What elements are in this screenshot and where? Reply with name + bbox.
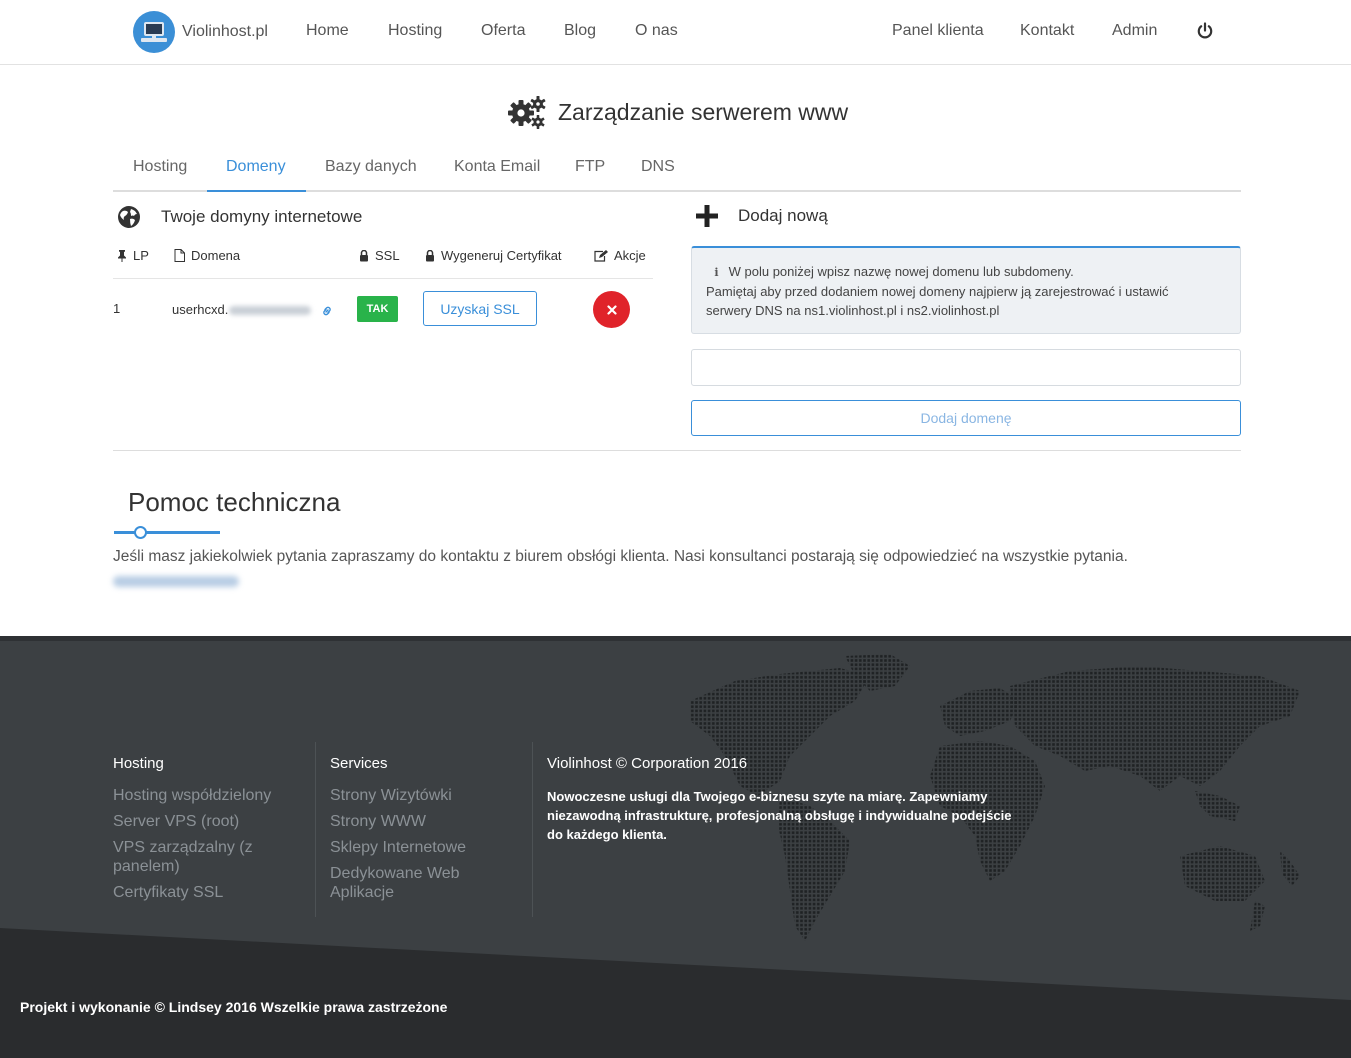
gears-icon [508,96,546,129]
info-line-1: W polu poniżej wpisz nazwę nowej domenu … [728,264,1074,279]
add-domain-info-alert: i W polu poniżej wpisz nazwę nowej domen… [691,246,1241,334]
footer: Hosting Hosting współdzielony Server VPS… [0,636,1351,1058]
help-title: Pomoc techniczna [128,487,341,517]
power-icon[interactable] [1196,22,1214,40]
link-icon[interactable] [320,304,334,318]
help-title-underline-dot [134,526,147,539]
add-domain-button[interactable]: Dodaj domenę [691,400,1241,436]
brand-link[interactable]: Violinhost.pl [133,11,268,53]
lock-icon [426,249,434,261]
footer-separator-1 [315,742,316,917]
delete-domain-button[interactable] [593,291,630,328]
col-lp: LP [117,248,149,263]
help-text: Jeśli masz jakiekolwiek pytania zaprasza… [113,548,1128,565]
footer-services-heading: Services [330,755,388,772]
row-domain: userhcxd. [172,302,334,318]
col-ssl: SSL [359,248,400,263]
active-tab-indicator [207,190,306,192]
server-tabs: Hosting Domeny Bazy danych Konta Email F… [113,150,1241,192]
domain-redacted [229,306,312,316]
domains-heading: Twoje domyny internetowe [117,205,362,229]
footer-link-sklepy-internetowe[interactable]: Sklepy Internetowe [330,838,520,857]
footer-link-vps-zarzadzalny[interactable]: VPS zarządzalny (z panelem) [113,838,283,876]
footer-link-hosting-wspoldzielony[interactable]: Hosting współdzielony [113,786,303,805]
footer-copyright: Projekt i wykonanie © Lindsey 2016 Wszel… [20,999,448,1015]
nav-home[interactable]: Home [306,22,349,40]
help-email-redacted[interactable] [113,576,239,587]
domains-heading-text: Twoje domyny internetowe [161,207,363,226]
info-icon: i [714,266,719,279]
lock-icon [360,249,368,261]
nav-admin[interactable]: Admin [1112,22,1157,40]
ssl-status-badge: TAK [357,296,398,322]
row-lp: 1 [113,301,121,316]
nav-kontakt[interactable]: Kontakt [1020,22,1074,40]
footer-description: Nowoczesne usługi dla Twojego e-biznesu … [547,789,1012,842]
tab-ftp[interactable]: FTP [575,158,605,176]
table-header-divider [113,278,653,279]
nav-oferta[interactable]: Oferta [481,22,525,40]
page-title: Zarządzanie serwerem www [507,94,848,130]
footer-link-server-vps[interactable]: Server VPS (root) [113,812,303,831]
get-ssl-button[interactable]: Uzyskaj SSL [423,291,537,326]
add-domain-heading: Dodaj nową [696,205,828,227]
tab-konta-email[interactable]: Konta Email [454,158,540,176]
info-line-3: serwery DNS na ns1.violinhost.pl i ns2.v… [706,303,1000,318]
info-line-2: Pamiętaj aby przed dodaniem nowej domeny… [706,284,1169,299]
brand-logo-icon [133,11,175,53]
footer-link-strony-wizytowki[interactable]: Strony Wizytówki [330,786,520,805]
footer-link-strony-www[interactable]: Strony WWW [330,812,520,831]
globe-icon [118,206,140,228]
col-domena: Domena [174,248,240,263]
tab-domeny[interactable]: Domeny [226,158,286,176]
footer-link-dedykowane-web-aplikacje[interactable]: Dedykowane Web Aplikacje [330,864,480,902]
tab-hosting[interactable]: Hosting [133,158,187,176]
footer-corporation-heading: Violinhost © Corporation 2016 [547,755,748,772]
tab-dns[interactable]: DNS [641,158,675,176]
nav-o-nas[interactable]: O nas [635,22,678,40]
close-icon [606,304,617,315]
content-divider [113,450,1241,451]
nav-blog[interactable]: Blog [564,22,596,40]
edit-icon [594,249,608,262]
nav-hosting[interactable]: Hosting [388,22,442,40]
tab-bazy-danych[interactable]: Bazy danych [325,158,417,176]
domain-name: userhcxd. [172,302,229,317]
page-title-text: Zarządzanie serwerem www [558,98,849,125]
plus-icon [696,205,718,227]
add-domain-heading-text: Dodaj nową [738,206,828,225]
brand-name: Violinhost.pl [182,23,268,40]
file-icon [174,249,185,262]
help-title-underline [114,531,220,534]
pin-icon [118,249,126,262]
top-navbar: Violinhost.pl Home Hosting Oferta Blog O… [0,0,1351,65]
footer-hosting-heading: Hosting [113,755,164,772]
col-certyfikat: Wygeneruj Certyfikat [425,248,562,263]
new-domain-input[interactable] [691,349,1241,386]
footer-link-certyfikaty-ssl[interactable]: Certyfikaty SSL [113,883,303,902]
nav-panel-klienta[interactable]: Panel klienta [892,22,984,40]
col-akcje: Akcje [594,248,646,263]
footer-separator-2 [532,742,533,917]
